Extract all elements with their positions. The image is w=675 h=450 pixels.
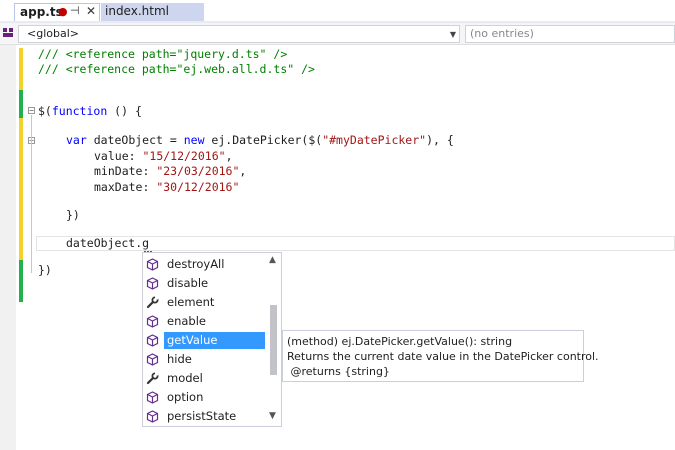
tab-index-html[interactable]: index.html (101, 3, 204, 22)
tooltip-returns: @returns {string} (287, 365, 390, 378)
completion-item[interactable]: element (143, 293, 265, 312)
change-marker-saved (19, 260, 23, 302)
code-line-11: }) (66, 208, 80, 222)
code-line-2: /// <reference path="ej.web.all.d.ts" /> (38, 62, 315, 76)
scroll-down-icon[interactable]: ▼ (269, 411, 276, 421)
completion-item-label: hide (167, 352, 192, 366)
completion-item-label: getValue (167, 333, 218, 347)
method-cube-icon (146, 334, 159, 347)
code-line-15: }) (38, 263, 52, 277)
completion-item-label: element (167, 295, 215, 309)
method-cube-icon (146, 410, 159, 423)
completion-item-label: persistState (167, 409, 237, 423)
method-cube-icon (146, 353, 159, 366)
code-line-6: var dateObject = new ej.DatePicker($("#m… (66, 133, 454, 147)
scope-dropdown[interactable]: <global> ▼ (18, 25, 460, 43)
completion-item-label: option (167, 390, 204, 404)
completion-item[interactable]: persistState (143, 407, 265, 426)
close-tab-icon[interactable]: ✕ (86, 4, 96, 18)
completion-item-label: model (167, 371, 203, 385)
code-line-13: dateObject.g (66, 236, 150, 250)
editor-gutter (0, 45, 16, 450)
completion-item[interactable]: destroyAll (143, 255, 265, 274)
property-wrench-icon (146, 372, 159, 385)
change-marker-unsaved (19, 118, 23, 260)
code-line-8: minDate: "23/03/2016", (94, 164, 247, 178)
scroll-up-icon[interactable]: ▲ (269, 255, 276, 265)
tooltip-description: Returns the current date value in the Da… (287, 350, 599, 363)
unsaved-indicator-icon: ● (58, 5, 68, 18)
completion-item[interactable]: enable (143, 312, 265, 331)
completion-item[interactable]: disable (143, 274, 265, 293)
collapse-icon[interactable]: − (28, 107, 35, 115)
pin-tab-icon[interactable]: ⊣ (70, 4, 80, 17)
code-line-4: $(function () { (38, 104, 142, 118)
completion-item-label: disable (167, 276, 209, 290)
project-icon (3, 28, 13, 37)
method-cube-icon (146, 391, 159, 404)
completion-item[interactable]: hide (143, 350, 265, 369)
tab-label: app.ts (20, 5, 63, 19)
code-line-1: /// <reference path="jquery.d.ts" /> (38, 47, 288, 61)
method-cube-icon (146, 258, 159, 271)
fold-guide (31, 144, 32, 218)
quick-info-tooltip: (method) ej.DatePicker.getValue(): strin… (282, 330, 599, 382)
method-cube-icon (146, 277, 159, 290)
completion-list[interactable]: destroyAll disable element enable getVal… (142, 252, 282, 427)
change-marker-saved (19, 90, 23, 118)
code-line-9: maxDate: "30/12/2016" (94, 180, 240, 194)
completion-scrollbar[interactable]: ▲ ▼ (267, 253, 281, 426)
completion-item-label: enable (167, 314, 206, 328)
tooltip-signature: (method) ej.DatePicker.getValue(): strin… (287, 335, 513, 348)
chevron-down-icon: ▼ (449, 30, 456, 39)
method-cube-icon (146, 315, 159, 328)
scrollbar-thumb[interactable] (270, 305, 277, 375)
completion-item-selected[interactable]: getValue (143, 331, 265, 350)
completion-item[interactable]: model (143, 369, 265, 388)
completion-item-label: destroyAll (167, 257, 225, 271)
scope-value: <global> (27, 27, 79, 40)
change-marker-unsaved (19, 48, 23, 90)
tab-label: index.html (105, 4, 169, 18)
members-value: (no entries) (470, 27, 534, 40)
tab-app-ts[interactable]: app.ts ● ⊣ ✕ (14, 3, 100, 22)
members-dropdown[interactable]: (no entries) (465, 25, 675, 43)
property-wrench-icon (146, 296, 159, 309)
completion-item[interactable]: option (143, 388, 265, 407)
code-line-7: value: "15/12/2016", (94, 149, 233, 163)
